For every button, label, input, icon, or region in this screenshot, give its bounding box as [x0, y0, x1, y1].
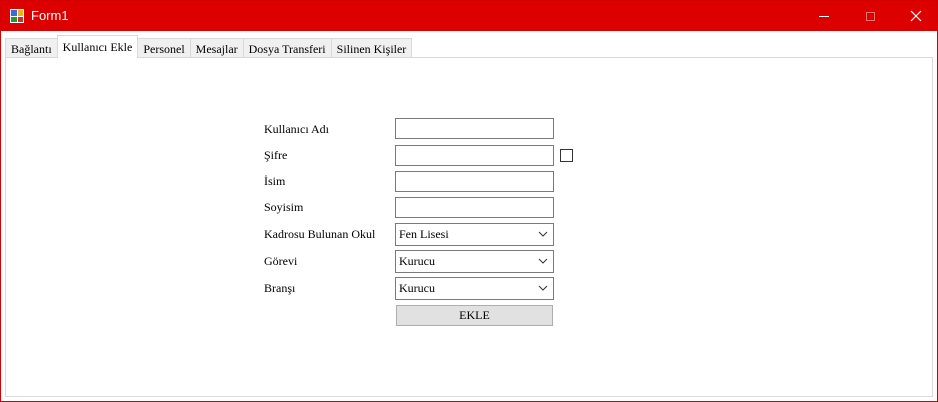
surname-field[interactable]: [395, 197, 554, 218]
username-field[interactable]: [395, 118, 554, 139]
password-field[interactable]: [395, 145, 554, 166]
tab-personel[interactable]: Personel: [137, 38, 191, 58]
tab-silinen-kisiler[interactable]: Silinen Kişiler: [330, 38, 413, 58]
username-label: Kullanıcı Adı: [264, 122, 329, 136]
main-window: Form1 Bağlantı Kullanıcı Ekle Personel M…: [0, 0, 938, 402]
branch-select-value: Kurucu: [399, 281, 435, 295]
chevron-down-icon: [538, 231, 548, 237]
title-bar[interactable]: Form1: [1, 1, 937, 31]
app-icon: [10, 9, 24, 23]
role-label: Görevi: [264, 254, 298, 268]
maximize-icon: [865, 11, 875, 21]
school-select-value: Fen Lisesi: [399, 227, 449, 241]
tab-dosya-transferi[interactable]: Dosya Transferi: [242, 38, 332, 58]
branch-label: Branşı: [264, 281, 296, 295]
surname-label: Soyisim: [264, 200, 304, 214]
tab-mesajlar[interactable]: Mesajlar: [189, 38, 244, 58]
close-icon: [910, 10, 922, 22]
role-select[interactable]: Kurucu: [395, 250, 554, 273]
maximize-button[interactable]: [847, 1, 893, 31]
tab-kullanici-ekle[interactable]: Kullanıcı Ekle: [56, 35, 139, 58]
add-user-button[interactable]: EKLE: [396, 305, 553, 326]
minimize-icon: [819, 15, 829, 17]
tab-strip: Bağlantı Kullanıcı Ekle Personel Mesajla…: [5, 35, 413, 58]
show-password-checkbox[interactable]: [560, 149, 573, 162]
close-button[interactable]: [893, 1, 938, 31]
name-field[interactable]: [395, 171, 554, 192]
tab-baglanti[interactable]: Bağlantı: [5, 38, 58, 58]
name-label: İsim: [264, 174, 286, 188]
role-select-value: Kurucu: [399, 254, 435, 268]
password-label: Şifre: [264, 148, 288, 162]
school-select[interactable]: Fen Lisesi: [395, 223, 554, 246]
school-label: Kadrosu Bulunan Okul: [264, 227, 376, 241]
chevron-down-icon: [538, 285, 548, 291]
branch-select[interactable]: Kurucu: [395, 277, 554, 300]
minimize-button[interactable]: [801, 1, 847, 31]
window-title: Form1: [31, 8, 69, 23]
chevron-down-icon: [538, 258, 548, 264]
